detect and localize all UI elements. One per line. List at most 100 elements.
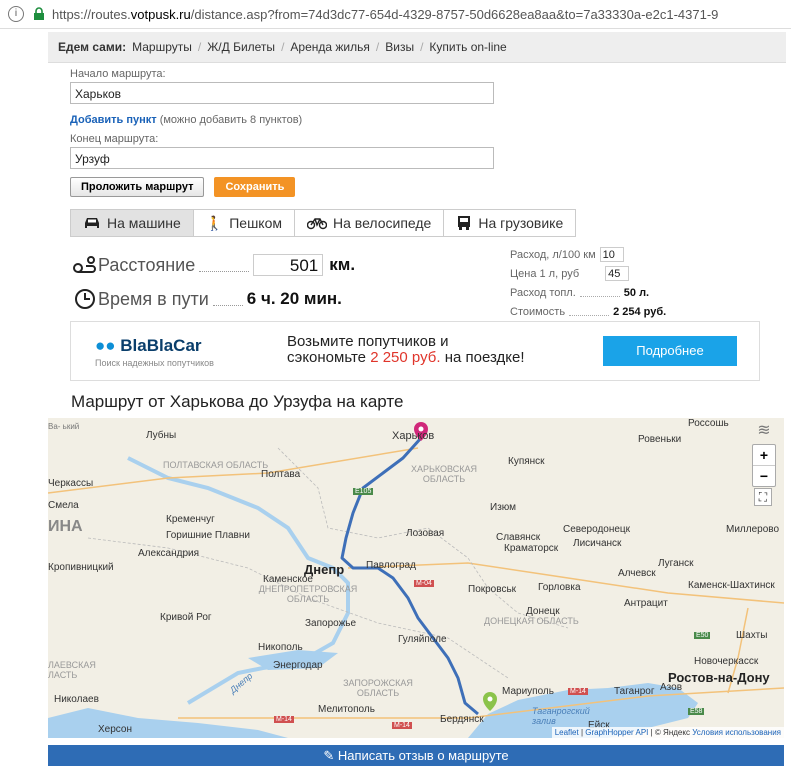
region-label: ХАРЬКОВСКАЯ ОБЛАСТЬ [410, 464, 477, 484]
write-review-button[interactable]: ✎ Написать отзыв о маршруте [48, 745, 784, 766]
lock-icon [34, 7, 44, 20]
details-button[interactable]: Подробнее [603, 336, 737, 366]
country-label: ИНА [48, 518, 83, 535]
leader-dots [212, 305, 243, 306]
nav-item-rent[interactable]: Аренда жилья [290, 40, 369, 54]
blablacar-logo: ●● BlaBlaCar [95, 336, 202, 355]
tab-walk[interactable]: 🚶 Пешком [193, 210, 295, 236]
water-label: Таганрогский залив [532, 706, 590, 726]
blablacar-logo-icon: ●● [95, 336, 121, 355]
nav-item-visas[interactable]: Визы [385, 40, 414, 54]
price-row: Цена 1 л, руб 45 [510, 264, 690, 283]
route-icon [73, 256, 96, 273]
cost-label: Стоимость [510, 305, 566, 318]
top-nav: Едем сами: Маршруты / Ж/Д Билеты / Аренд… [48, 32, 786, 63]
leader-dots [579, 296, 620, 297]
walk-icon: 🚶 [205, 214, 224, 231]
region-label: ЗАПОРОЖСКАЯ ОБЛАСТЬ [343, 678, 413, 698]
distance-unit: км. [329, 255, 356, 274]
price-input[interactable]: 45 [605, 266, 630, 281]
distance-value: 501 [253, 254, 324, 276]
tab-bicycle[interactable]: На велосипеде [295, 210, 445, 236]
city-label: Алчевск [618, 568, 656, 579]
cost-value: 2 254 руб. [613, 305, 667, 318]
city-label: Россошь [688, 418, 729, 429]
start-input[interactable]: Харьков [70, 82, 494, 104]
city-label: Мелитополь [318, 704, 375, 715]
city-label: Смела [48, 500, 79, 511]
city-label: Запорожье [305, 618, 357, 629]
terms-link[interactable]: Условия использования [692, 728, 781, 737]
city-label: Мариуполь [502, 686, 554, 697]
city-label: Купянск [508, 456, 545, 467]
fuel-value: 50 л. [623, 286, 650, 299]
layers-icon[interactable]: ≋ [750, 420, 778, 439]
clock-icon [75, 289, 95, 309]
zoom-in-button[interactable]: + [753, 445, 775, 466]
road-badge: E105 [353, 488, 374, 495]
consumption-input[interactable]: 10 [599, 247, 624, 262]
road [48, 447, 419, 494]
fullscreen-icon[interactable]: ⛶ [754, 488, 772, 506]
city-label: Кропивницкий [48, 562, 114, 573]
add-point-link[interactable]: Добавить пункт [70, 114, 157, 126]
city-label: Каменск-Шахтинск [688, 580, 775, 591]
bicycle-icon [307, 218, 327, 230]
route-stats: Расстояние 501 км. Время в пути 6 ч. 20 … [72, 250, 512, 314]
city-label: Краматорск [504, 543, 559, 554]
zoom-out-button[interactable]: − [753, 466, 775, 486]
map-title: Маршрут от Харькова до Урзуфа на карте [71, 392, 404, 411]
tab-car-label: На машине [107, 215, 181, 231]
tab-truck[interactable]: На грузовике [444, 210, 576, 236]
add-point-note: (можно добавить 8 пунктов) [159, 114, 303, 126]
city-label: Изюм [490, 502, 517, 513]
city-label: Луганск [658, 558, 694, 569]
city-label: Горишние Плавни [166, 530, 250, 541]
region-label: ПОЛТАВСКАЯ ОБЛАСТЬ [163, 460, 269, 470]
banner-line2: сэкономьте 2 250 руб. на поездке! [287, 349, 525, 366]
city-label: Ровеньки [638, 434, 682, 445]
write-review-label: Написать отзыв о маршруте [337, 748, 509, 763]
tab-car[interactable]: На машине [71, 210, 194, 236]
blablacar-tagline: Поиск надежных попутчиков [95, 358, 214, 368]
city-label: Гуляйполе [398, 634, 447, 645]
end-input[interactable]: Урзуф [70, 147, 494, 169]
city-label: Новочеркасск [694, 656, 759, 667]
nav-lead: Едем сами: [58, 40, 127, 54]
distance-row: Расстояние 501 км. [72, 250, 512, 280]
leaflet-link[interactable]: Leaflet [555, 728, 579, 737]
nav-item-buy[interactable]: Купить on-line [429, 40, 506, 54]
info-icon[interactable]: i [8, 6, 24, 22]
city-label: Херсон [98, 724, 132, 735]
road-badge: E50 [694, 632, 711, 639]
city-label: Антрацит [624, 598, 668, 609]
nav-item-train[interactable]: Ж/Д Билеты [207, 40, 275, 54]
city-label: Бердянск [440, 714, 484, 725]
url-text[interactable]: https://routes.votpusk.ru/distance.asp?f… [52, 7, 718, 22]
leader-dots [199, 271, 250, 272]
nav-item-routes[interactable]: Маршруты [132, 40, 192, 54]
road-badge: M-14 [568, 688, 588, 695]
truck-icon [458, 216, 471, 230]
city-label: Кременчуг [166, 514, 215, 525]
city-label: Николаев [54, 694, 99, 705]
blablacar-banner[interactable]: ●● BlaBlaCar Поиск надежных попутчиков В… [70, 321, 760, 381]
browser-url-bar[interactable]: i https://routes.votpusk.ru/distance.asp… [0, 0, 791, 29]
build-route-button[interactable]: Проложить маршрут [70, 177, 205, 197]
nav-separator: / [197, 40, 202, 54]
pencil-icon: ✎ [323, 748, 338, 763]
save-button[interactable]: Сохранить [214, 177, 296, 197]
nav-separator: / [281, 40, 285, 54]
graphhopper-link[interactable]: GraphHopper API [585, 728, 648, 737]
time-label: Время в пути [98, 288, 209, 309]
nav-separator: / [420, 40, 424, 54]
city-label: Ростов-на-Дону [668, 670, 770, 685]
form-buttons: Проложить маршрут Сохранить [70, 177, 760, 197]
route-form: Начало маршрута: Харьков Добавить пункт … [60, 62, 760, 197]
region-label: ДНЕПРОПЕТРОВСКАЯ ОБЛАСТЬ [258, 584, 358, 604]
fuel-label: Расход топл. [510, 286, 576, 299]
city-label: Ва- ький [48, 422, 80, 431]
route-map[interactable]: Харьков Лубны Ва- ький ПОЛТАВСКАЯ ОБЛАСТ… [48, 418, 784, 738]
city-label: Александрия [138, 548, 200, 559]
city-label: Шахты [736, 630, 768, 641]
